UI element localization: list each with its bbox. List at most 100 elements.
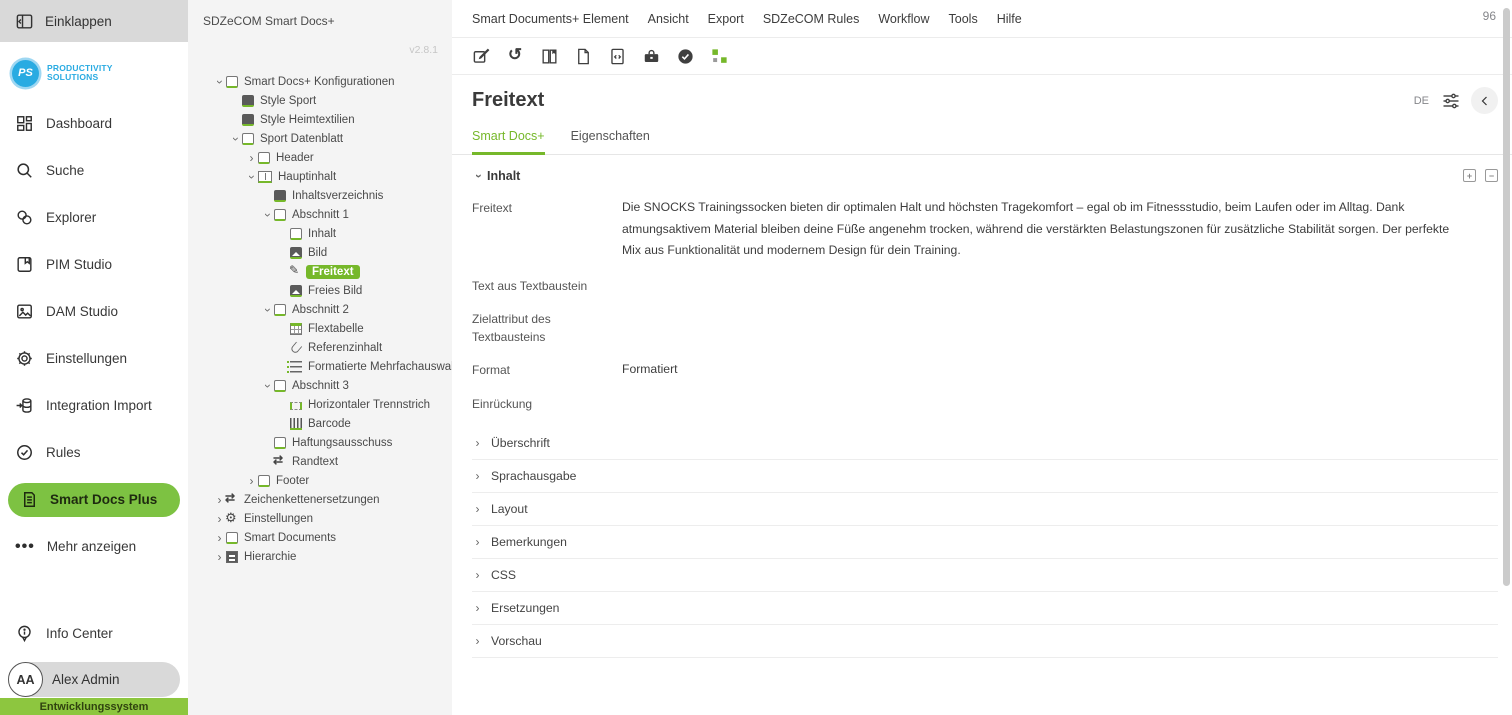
sidebar-item-integration-import[interactable]: Integration Import [0, 382, 188, 429]
menu-item[interactable]: Ansicht [648, 12, 689, 26]
sidebar-item-mehr-anzeigen[interactable]: ••• Mehr anzeigen [0, 523, 188, 570]
section-header-collapsed[interactable]: Sprachausgabe [472, 460, 1498, 493]
tree-node-label: Smart Docs+ Konfigurationen [238, 76, 395, 88]
field-label: Zielattribut des Textbausteins [472, 308, 622, 346]
section-header-collapsed[interactable]: Bemerkungen [472, 526, 1498, 559]
section-header-collapsed[interactable]: Überschrift [472, 427, 1498, 460]
tree-node-label: Inhaltsverzeichnis [286, 190, 383, 202]
tree-chevron-icon[interactable] [261, 208, 274, 222]
tree-chevron-icon[interactable] [261, 379, 274, 393]
tree-node-label: Style Heimtextilien [254, 114, 355, 126]
edit-icon[interactable] [470, 45, 492, 67]
filter-sliders-icon[interactable] [1441, 91, 1461, 111]
collapse-sidebar-button[interactable]: Einklappen [0, 0, 188, 42]
sidebar-item-pim-studio[interactable]: PIM Studio [0, 241, 188, 288]
section-label: CSS [491, 568, 516, 582]
tree-chevron-icon[interactable] [229, 132, 242, 146]
tab-smart-docs[interactable]: Smart Docs+ [472, 126, 545, 155]
pages-icon[interactable] [538, 45, 560, 67]
tree-node-label: Hauptinhalt [272, 171, 336, 183]
tree-node[interactable]: Smart Documents [203, 528, 452, 547]
avatar: AA [8, 662, 43, 697]
section-icon [274, 209, 286, 221]
sidebar-item-suche[interactable]: Suche [0, 147, 188, 194]
tree-node[interactable]: Haftungsausschuss [203, 433, 452, 452]
tree-node[interactable]: Bild [203, 243, 452, 262]
tree-node[interactable]: Header [203, 148, 452, 167]
tree-node[interactable]: Inhalt [203, 224, 452, 243]
sidebar-item-rules[interactable]: Rules [0, 429, 188, 476]
sidebar-item-einstellungen[interactable]: Einstellungen [0, 335, 188, 382]
sidebar-item-info-center[interactable]: Info Center [0, 610, 188, 656]
collapse-sidebar-icon [15, 12, 34, 31]
menu-item[interactable]: Export [708, 12, 744, 26]
menu-item[interactable]: Tools [949, 12, 978, 26]
language-label[interactable]: DE [1414, 95, 1429, 107]
section-header-collapsed[interactable]: Ersetzungen [472, 592, 1498, 625]
menu-item[interactable]: Hilfe [997, 12, 1022, 26]
field-value[interactable] [622, 393, 1498, 413]
sidebar-item-dashboard[interactable]: Dashboard [0, 100, 188, 147]
section-header-collapsed[interactable]: Vorschau [472, 625, 1498, 658]
tree-node[interactable]: Freies Bild [203, 281, 452, 300]
toolbox-icon[interactable] [640, 45, 662, 67]
section-header-collapsed[interactable]: Layout [472, 493, 1498, 526]
tree-node[interactable]: Hierarchie [203, 547, 452, 566]
integration-import-icon [15, 396, 34, 415]
expand-all-icon[interactable]: + [1463, 169, 1476, 182]
menu-item[interactable]: Smart Documents+ Element [472, 12, 629, 26]
user-menu[interactable]: AA Alex Admin [8, 662, 180, 697]
approved-check-icon[interactable] [674, 45, 696, 67]
section-header-collapsed[interactable]: CSS [472, 559, 1498, 592]
tree-chevron-icon[interactable] [245, 170, 258, 184]
tree-chevron-icon[interactable] [213, 531, 226, 545]
tree-node[interactable]: Hauptinhalt [203, 167, 452, 186]
section-inhalt-header[interactable]: Inhalt + − [472, 162, 1498, 189]
tree-node[interactable]: Horizontaler Trennstrich [203, 395, 452, 414]
tree-node-label: Zeichenkettenersetzungen [238, 494, 380, 506]
tree-node-label: Style Sport [254, 95, 316, 107]
menu-item[interactable]: SDZeCOM Rules [763, 12, 860, 26]
sidebar-item-explorer[interactable]: Explorer [0, 194, 188, 241]
tree-chevron-icon[interactable] [245, 474, 258, 488]
tree-node[interactable]: Abschnitt 2 [203, 300, 452, 319]
tree-node[interactable]: Randtext [203, 452, 452, 471]
sidebar-item-dam-studio[interactable]: DAM Studio [0, 288, 188, 335]
tree-node[interactable]: Barcode [203, 414, 452, 433]
tree-node[interactable]: Referenzinhalt [203, 338, 452, 357]
field-value[interactable]: Formatiert [622, 359, 1498, 381]
menu-item[interactable]: Workflow [878, 12, 929, 26]
pdf-file-icon[interactable] [572, 45, 594, 67]
field-list: Freitext Die SNOCKS Trainingssocken biet… [472, 197, 1498, 413]
tree-chevron-icon[interactable] [245, 151, 258, 165]
tree-chevron-icon[interactable] [213, 550, 226, 564]
tree-node[interactable]: Footer [203, 471, 452, 490]
field-value[interactable]: Die SNOCKS Trainingssocken bieten dir op… [622, 197, 1498, 262]
tree-node[interactable]: Smart Docs+ Konfigurationen [203, 72, 452, 91]
refresh-icon[interactable]: ↺ [504, 44, 526, 66]
tree-node[interactable]: Freitext [203, 262, 452, 281]
vertical-scrollbar[interactable] [1503, 8, 1510, 586]
tree-node[interactable]: Flextabelle [203, 319, 452, 338]
tree-node[interactable]: Style Sport [203, 91, 452, 110]
collapse-all-icon[interactable]: − [1485, 169, 1498, 182]
field-value[interactable] [622, 275, 1498, 295]
tree-node[interactable]: Inhaltsverzeichnis [203, 186, 452, 205]
tab-eigenschaften[interactable]: Eigenschaften [571, 126, 650, 154]
tree-node[interactable]: Sport Datenblatt [203, 129, 452, 148]
tree-chevron-icon[interactable] [261, 303, 274, 317]
sidebar: Einklappen PS PRODUCTIVITY SOLUTIONS Das… [0, 0, 188, 715]
structure-icon[interactable] [708, 45, 730, 67]
code-file-icon[interactable] [606, 45, 628, 67]
sidebar-item-smart-docs-plus[interactable]: Smart Docs Plus [0, 476, 188, 523]
collapse-detail-button[interactable] [1471, 87, 1498, 114]
tree-node[interactable]: Zeichenkettenersetzungen [203, 490, 452, 509]
tree-node[interactable]: Einstellungen [203, 509, 452, 528]
tree-chevron-icon[interactable] [213, 75, 226, 89]
field-value[interactable] [622, 308, 1498, 346]
tree-node[interactable]: Style Heimtextilien [203, 110, 452, 129]
tree-node[interactable]: Abschnitt 1 [203, 205, 452, 224]
tree-node[interactable]: Abschnitt 3 [203, 376, 452, 395]
tree-node[interactable]: Formatierte Mehrfachauswahl [203, 357, 452, 376]
chevron-right-icon [472, 568, 483, 582]
